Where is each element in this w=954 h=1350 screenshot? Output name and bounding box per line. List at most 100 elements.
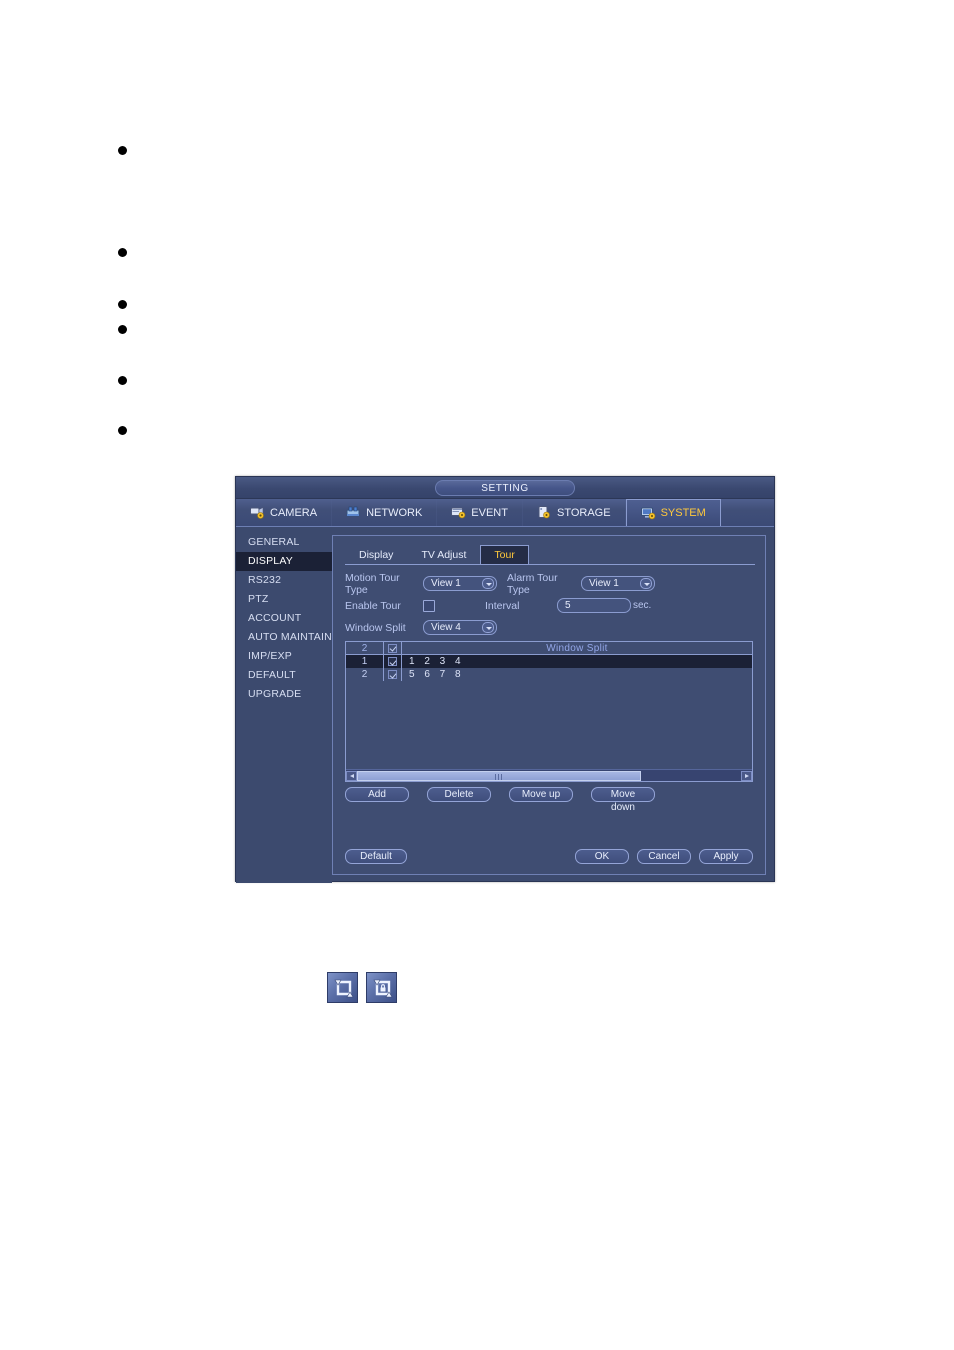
camera-icon	[250, 506, 265, 519]
chevron-down-icon[interactable]	[482, 622, 494, 633]
scroll-right-arrow-icon[interactable]	[741, 770, 752, 781]
tab-network-label: NETWORK	[366, 506, 423, 519]
enable-tour-row: Enable Tour Interval 5 sec.	[345, 596, 753, 615]
tab-network[interactable]: NETWORK	[332, 499, 438, 526]
motion-tour-type-select[interactable]: View 1	[423, 576, 497, 591]
sidebar-item-auto-maintain[interactable]: AUTO MAINTAIN	[236, 628, 332, 647]
scroll-left-arrow-icon[interactable]	[346, 770, 357, 781]
motion-tour-type-value: View 1	[431, 578, 461, 589]
dialog-body: GENERAL DISPLAY RS232 PTZ ACCOUNT AUTO M…	[236, 527, 774, 883]
sidebar: GENERAL DISPLAY RS232 PTZ ACCOUNT AUTO M…	[236, 527, 332, 883]
window-split-label: Window Split	[345, 621, 406, 634]
tab-display[interactable]: Display	[345, 545, 407, 564]
table-header-row: 2 Window Split	[346, 642, 752, 655]
tab-camera-label: CAMERA	[270, 506, 318, 519]
tab-system[interactable]: SYSTEM	[625, 499, 721, 526]
sidebar-item-general[interactable]: GENERAL	[236, 533, 332, 552]
default-button[interactable]: Default	[345, 849, 407, 864]
tour-form: Motion Tour Type View 1 Alarm Tour Type …	[333, 565, 765, 637]
list-item-bullet	[118, 248, 127, 257]
table-header-num: 2	[346, 642, 384, 655]
sidebar-item-default[interactable]: DEFAULT	[236, 666, 332, 685]
delete-button[interactable]: Delete	[427, 787, 491, 802]
alarm-tour-type-select[interactable]: View 1	[581, 576, 655, 591]
interval-suffix: sec.	[633, 600, 652, 611]
list-item-bullet	[118, 325, 127, 334]
tab-camera[interactable]: CAMERA	[236, 499, 333, 526]
sub-tab-strip: Display TV Adjust Tour	[345, 545, 765, 564]
tab-storage-label: STORAGE	[556, 506, 611, 519]
apply-button[interactable]: Apply	[699, 849, 753, 864]
list-item-bullet	[118, 146, 127, 155]
alarm-tour-type-label: Alarm Tour Type	[507, 571, 558, 596]
dialog-footer: Default OK Cancel Apply	[345, 849, 753, 864]
main-tab-strip: CAMERA NETWORK EVENT STORAGE SYSTEM	[236, 499, 774, 527]
select-all-checkbox[interactable]	[388, 643, 397, 653]
enable-tour-label: Enable Tour	[345, 599, 401, 612]
alarm-tour-type-value: View 1	[589, 578, 619, 589]
dialog-titlebar: SETTING	[236, 477, 774, 499]
table-row[interactable]: 2 5 6 7 8	[346, 668, 752, 681]
scrollbar-thumb[interactable]	[357, 770, 642, 781]
sidebar-item-rs232[interactable]: RS232	[236, 571, 332, 590]
dialog-title: SETTING	[435, 480, 575, 496]
document-bullet-list	[0, 0, 954, 470]
add-button[interactable]: Add	[345, 787, 409, 802]
tab-event[interactable]: EVENT	[437, 499, 523, 526]
move-down-button[interactable]: Move down	[591, 787, 655, 813]
horizontal-scrollbar[interactable]	[346, 769, 752, 781]
table-row-values: 5 6 7 8	[409, 669, 465, 680]
window-split-row: Window Split View 4	[345, 618, 753, 637]
footer-right-group: OK Cancel Apply	[575, 849, 753, 864]
table-row-values: 1 2 3 4	[409, 656, 465, 667]
tab-tour[interactable]: Tour	[480, 545, 529, 564]
content-panel: Display TV Adjust Tour Motion Tour Type …	[332, 535, 766, 875]
ok-button[interactable]: OK	[575, 849, 629, 864]
row-checkbox[interactable]	[388, 657, 397, 666]
interval-input[interactable]: 5	[557, 598, 631, 613]
tab-event-label: EVENT	[471, 506, 508, 519]
sidebar-item-imp-exp[interactable]: IMP/EXP	[236, 647, 332, 666]
tab-system-label: SYSTEM	[660, 507, 706, 519]
table-row-checkbox-cell[interactable]	[384, 655, 402, 668]
chevron-down-icon[interactable]	[640, 578, 652, 589]
window-split-value: View 4	[431, 622, 461, 633]
storage-icon	[537, 506, 552, 519]
row-checkbox[interactable]	[388, 670, 397, 679]
move-up-button[interactable]: Move up	[509, 787, 573, 802]
list-item-bullet	[118, 300, 127, 309]
system-icon	[640, 507, 656, 520]
window-split-table[interactable]: 2 Window Split 1 1 2 3 4 2 5 6 7 8	[345, 641, 753, 782]
motion-tour-type-row: Motion Tour Type View 1 Alarm Tour Type …	[345, 571, 753, 596]
table-row-num: 1	[346, 655, 384, 668]
window-split-select[interactable]: View 4	[423, 620, 497, 635]
sidebar-item-account[interactable]: ACCOUNT	[236, 609, 332, 628]
table-row[interactable]: 1 1 2 3 4	[346, 655, 752, 668]
setting-dialog: SETTING CAMERA NETWORK EVENT STORAGE SYS…	[235, 476, 775, 883]
list-item-bullet	[118, 376, 127, 385]
interval-value: 5	[565, 600, 571, 611]
network-icon	[346, 506, 361, 519]
table-row-num: 2	[346, 668, 384, 681]
table-header-title: Window Split	[546, 642, 608, 654]
cancel-button[interactable]: Cancel	[637, 849, 691, 864]
tab-storage[interactable]: STORAGE	[523, 499, 626, 526]
list-action-buttons: Add Delete Move up Move down	[345, 787, 753, 813]
sidebar-item-ptz[interactable]: PTZ	[236, 590, 332, 609]
tour-cycle-locked-icon	[366, 972, 397, 1003]
scrollbar-grip-icon	[495, 773, 504, 780]
interval-label: Interval	[485, 599, 520, 612]
tour-cycle-icon	[327, 972, 358, 1003]
enable-tour-checkbox[interactable]	[423, 599, 435, 612]
list-item-bullet	[118, 426, 127, 435]
sidebar-item-upgrade[interactable]: UPGRADE	[236, 685, 332, 704]
sidebar-item-display[interactable]: DISPLAY	[236, 552, 332, 571]
tour-icon-group	[327, 972, 397, 1003]
table-row-checkbox-cell[interactable]	[384, 668, 402, 681]
chevron-down-icon[interactable]	[482, 578, 494, 589]
event-icon	[451, 506, 466, 519]
table-header-checkbox-cell[interactable]	[384, 642, 402, 655]
tab-tv-adjust[interactable]: TV Adjust	[407, 545, 480, 564]
scrollbar-track[interactable]	[357, 770, 741, 781]
motion-tour-type-label: Motion Tour Type	[345, 571, 400, 596]
